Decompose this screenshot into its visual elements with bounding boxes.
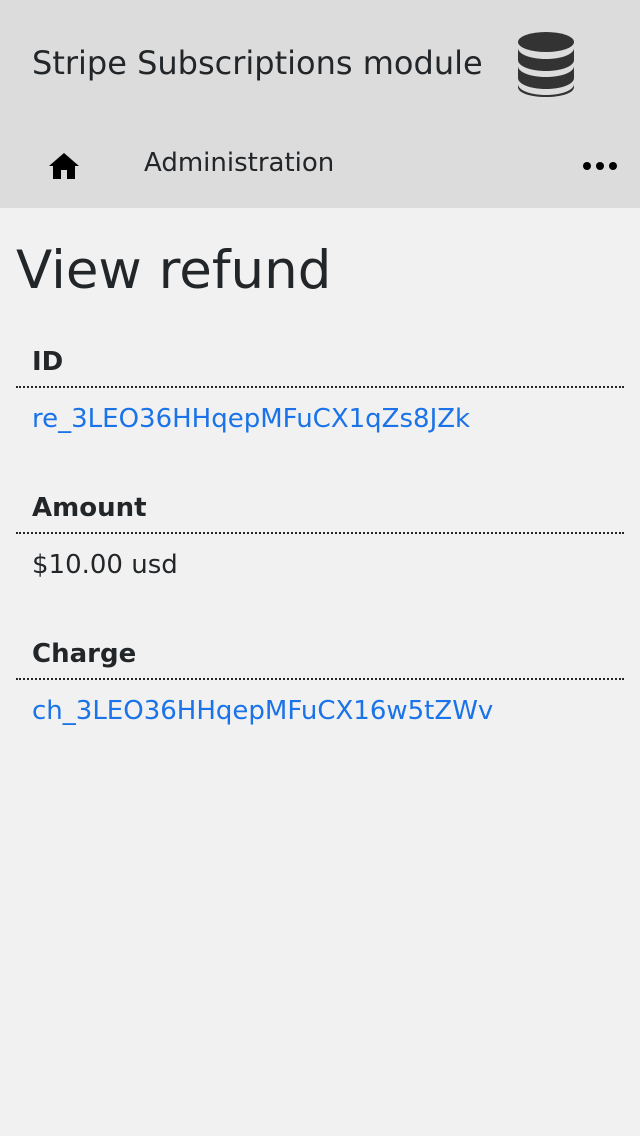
field-amount: Amount $10.00 usd	[16, 492, 624, 582]
field-label-amount: Amount	[16, 492, 624, 534]
more-horizontal-icon	[583, 162, 617, 170]
field-charge: Charge ch_3LEO36HHqepMFuCX16w5tZWv	[16, 638, 624, 728]
database-icon[interactable]	[514, 30, 578, 98]
field-label-id: ID	[16, 346, 624, 388]
main-nav: Administration	[0, 128, 640, 208]
more-menu-button[interactable]	[576, 148, 624, 184]
field-id: ID re_3LEO36HHqepMFuCX1qZs8JZk	[16, 346, 624, 436]
nav-administration-link[interactable]: Administration	[144, 146, 334, 180]
amount-value: $10.00 usd	[32, 550, 178, 580]
page-title: View refund	[16, 240, 332, 301]
home-link[interactable]	[40, 144, 88, 188]
field-label-charge: Charge	[16, 638, 624, 680]
refund-id-link[interactable]: re_3LEO36HHqepMFuCX1qZs8JZk	[16, 388, 624, 436]
site-header: Stripe Subscriptions module Administrati…	[0, 0, 640, 208]
home-icon	[49, 153, 79, 179]
charge-id-link[interactable]: ch_3LEO36HHqepMFuCX16w5tZWv	[16, 680, 624, 728]
site-title[interactable]: Stripe Subscriptions module	[32, 42, 483, 84]
